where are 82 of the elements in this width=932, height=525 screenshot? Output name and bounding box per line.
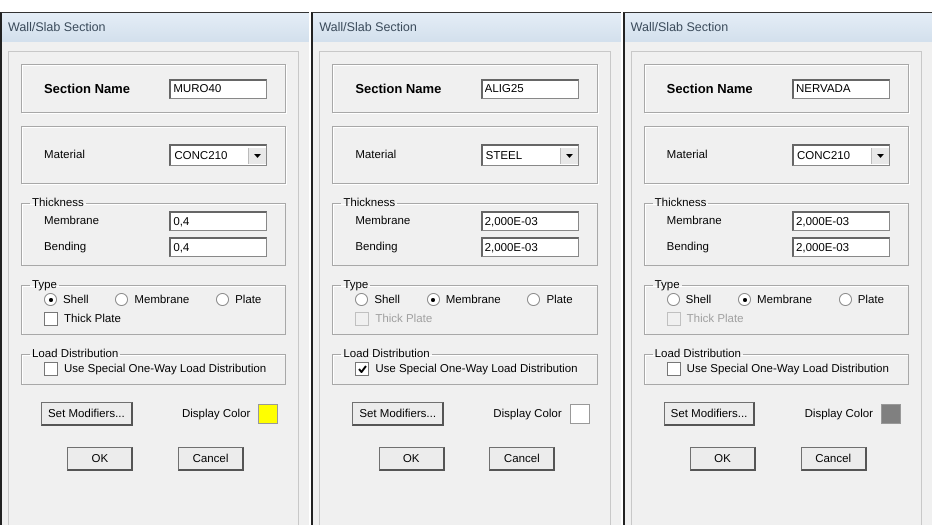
radio-button[interactable] (666, 293, 680, 306)
field-label: Bending (355, 241, 398, 253)
section-name-field[interactable]: ALIG25 (480, 78, 579, 98)
material-dropdown[interactable]: CONC210 (792, 144, 890, 166)
thickness-field[interactable]: 0,4 (169, 237, 268, 257)
group-title: Type (342, 279, 370, 291)
thickness-field[interactable]: 0,4 (169, 211, 268, 231)
color-swatch[interactable] (258, 404, 278, 424)
section-name-label: Section Name (44, 81, 130, 96)
material-label: Material (44, 149, 85, 161)
window-title: Wall/Slab Section (313, 13, 621, 42)
radio-label: Membrane (134, 294, 190, 306)
window-title: Wall/Slab Section (2, 13, 310, 42)
checkbox-label: Thick Plate (686, 313, 744, 325)
radio-label: Membrane (446, 294, 501, 306)
set-modifiers-button[interactable]: Set Modifiers... (41, 402, 133, 426)
caret-icon (876, 154, 884, 158)
dialog-button[interactable]: OK (378, 447, 445, 471)
thickness-field[interactable]: 2,000E-03 (792, 211, 890, 231)
checkbox-label: Thick Plate (375, 313, 432, 325)
group-title: Type (654, 279, 681, 291)
display-color-label: Display Color (493, 408, 562, 420)
display-color-label: Display Color (804, 408, 873, 420)
group-title: Thickness (31, 197, 85, 209)
checkbox[interactable] (44, 312, 58, 326)
material-dropdown[interactable]: STEEL (480, 144, 579, 166)
field-label: Membrane (44, 215, 99, 227)
group-title: Load Distribution (654, 348, 742, 360)
radio-label: Plate (546, 294, 573, 306)
set-modifiers-button[interactable]: Set Modifiers... (352, 402, 444, 426)
group-title: Type (31, 279, 58, 291)
color-swatch[interactable] (570, 404, 590, 424)
set-modifiers-button[interactable]: Set Modifiers... (664, 402, 756, 426)
caret-icon (566, 154, 573, 158)
radio-button[interactable] (527, 293, 540, 306)
group-title: Load Distribution (31, 348, 120, 360)
window-title: Wall/Slab Section (624, 13, 932, 42)
display-color-label: Display Color (182, 408, 250, 420)
field-label: Membrane (666, 215, 722, 227)
field-label: Membrane (355, 215, 410, 227)
radio-label: Plate (858, 294, 884, 306)
section-name-field[interactable]: MURO40 (169, 78, 268, 98)
checkbox-label: Thick Plate (64, 313, 121, 325)
dialog-button[interactable]: Cancel (800, 447, 867, 471)
material-label: Material (355, 149, 396, 161)
material-label: Material (666, 149, 708, 161)
group-title: Load Distribution (342, 348, 431, 360)
thickness-field[interactable]: 2,000E-03 (480, 211, 579, 231)
dialog-button[interactable]: Cancel (489, 447, 556, 471)
radio-label: Plate (235, 294, 262, 306)
radio-button[interactable] (355, 293, 368, 306)
radio-label: Shell (686, 294, 712, 306)
checkbox[interactable] (666, 362, 681, 376)
radio-button[interactable] (44, 293, 57, 306)
checkbox[interactable] (355, 362, 370, 376)
thickness-field[interactable]: 2,000E-03 (792, 237, 890, 257)
group-title: Thickness (342, 197, 396, 209)
radio-button[interactable] (115, 293, 128, 306)
radio-label: Shell (374, 294, 400, 306)
field-label: Bending (44, 241, 86, 253)
radio-label: Membrane (757, 294, 812, 306)
thickness-field[interactable]: 2,000E-03 (480, 237, 579, 257)
checkbox-label: Use Special One-Way Load Distribution (686, 363, 889, 375)
dialog-button[interactable]: OK (67, 447, 134, 471)
section-name-label: Section Name (355, 81, 442, 96)
checkbox-label: Use Special One-Way Load Distribution (64, 363, 266, 375)
radio-label: Shell (63, 294, 89, 306)
color-swatch[interactable] (880, 404, 901, 424)
radio-button[interactable] (838, 293, 852, 306)
radio-button[interactable] (216, 293, 230, 306)
group-title: Thickness (654, 197, 708, 209)
dialog-button[interactable]: Cancel (178, 447, 244, 471)
checkbox[interactable] (44, 362, 58, 376)
dialog-button[interactable]: OK (690, 447, 756, 471)
section-name-field[interactable]: NERVADA (792, 78, 890, 98)
field-label: Bending (666, 241, 709, 253)
material-dropdown[interactable]: CONC210 (169, 144, 268, 166)
checkbox-label: Use Special One-Way Load Distribution (375, 363, 578, 375)
radio-button[interactable] (426, 293, 440, 306)
radio-button[interactable] (738, 293, 752, 306)
section-name-label: Section Name (666, 81, 753, 96)
caret-icon (254, 154, 262, 158)
